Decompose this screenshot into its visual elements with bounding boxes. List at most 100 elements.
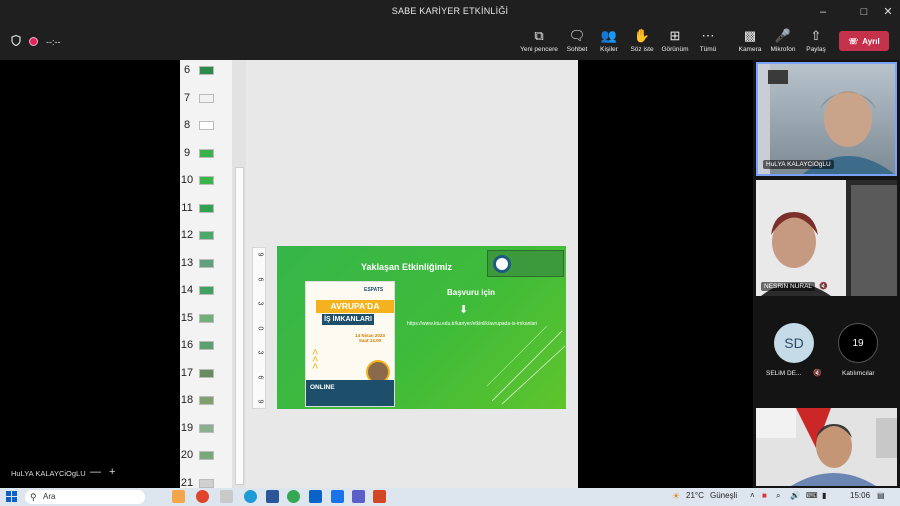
- scrollbar-thumb[interactable]: [235, 167, 244, 485]
- slide-thumbnail[interactable]: 9: [180, 145, 232, 172]
- logo-icon: [493, 255, 511, 273]
- slide-thumbnail[interactable]: 11: [180, 200, 232, 227]
- taskbar-search[interactable]: ⚲ Ara: [25, 490, 145, 504]
- slide-thumbnail[interactable]: 15: [180, 310, 232, 337]
- slide-thumbnail[interactable]: 20: [180, 447, 232, 474]
- ruler-tick: 3: [256, 301, 264, 306]
- participant-video: [761, 180, 897, 296]
- app-icon[interactable]: [196, 490, 209, 503]
- slide-preview: [199, 203, 214, 213]
- battery-icon[interactable]: ▮: [822, 491, 826, 500]
- share-icon: ⇧: [810, 28, 822, 43]
- notifications-icon[interactable]: ▤: [877, 491, 885, 500]
- windows-taskbar: ⚲ Ara ☀ 21°C Güneşli ˄ ■ ⌕ 🔊 ⌨ ▮ 15:06 ▤: [0, 488, 900, 506]
- tray-app-icon[interactable]: ■: [762, 491, 767, 500]
- slide-preview: [199, 258, 214, 268]
- participant-count[interactable]: 19: [838, 323, 878, 363]
- recording-icon: [29, 37, 38, 46]
- slide-thumbnail[interactable]: 14: [180, 282, 232, 309]
- slide-number: 13: [180, 256, 194, 269]
- slide-thumbnail[interactable]: 6: [180, 62, 232, 89]
- event-poster: ESPATS AVRUPA'DA İŞ İMKANLARI 14 Nisan 2…: [305, 281, 395, 407]
- slide-preview: [199, 341, 214, 350]
- slide-preview: [199, 93, 214, 103]
- wifi-icon[interactable]: ⌕: [776, 491, 780, 501]
- participants-panel: HuLYA KALAYCiOgLU NESRiN NURAL 🔇 SD SELi…: [753, 60, 900, 488]
- app-icon[interactable]: [331, 490, 344, 503]
- ruler-tick: 6: [256, 277, 264, 281]
- participant-name: SELiM DE...: [766, 370, 802, 377]
- slide-number: 7: [183, 91, 191, 104]
- ruler-tick: 9: [256, 252, 264, 257]
- poster-title-2: İŞ İMKANLARI: [322, 314, 374, 325]
- slide-preview: [199, 313, 214, 323]
- poster-date: 14 Nisan 2023 Saat:14.00: [355, 333, 385, 343]
- slide-thumbnail[interactable]: 17: [180, 365, 232, 392]
- chevron-up-icon: ˄ ˄ ˄: [312, 347, 319, 373]
- clock[interactable]: 15:06: [850, 491, 870, 500]
- powerpoint-icon[interactable]: [373, 490, 386, 503]
- slide-preview: [199, 286, 214, 295]
- volume-icon[interactable]: 🔊: [790, 491, 800, 500]
- language-icon[interactable]: ⌨: [806, 491, 818, 500]
- slide-thumbnail[interactable]: 10: [180, 172, 232, 199]
- slide-preview: [199, 148, 214, 158]
- share-button[interactable]: ⇧ Paylaş: [794, 28, 838, 53]
- more-button[interactable]: ⋯ Tümü: [686, 28, 730, 53]
- app-icon[interactable]: [220, 490, 233, 503]
- slide-thumbnail[interactable]: 13: [180, 255, 232, 282]
- mail-icon[interactable]: [309, 490, 322, 503]
- participant-tile[interactable]: HuLYA KALAYCiOgLU: [756, 62, 897, 176]
- decorative-lines: [487, 325, 566, 405]
- thumbnail-scrollbar[interactable]: [232, 60, 246, 488]
- weather-desc[interactable]: Güneşli: [710, 491, 737, 500]
- ruler-tick: 6: [256, 375, 264, 379]
- slide-number: 20: [180, 449, 194, 461]
- slide-thumbnail[interactable]: 18: [180, 392, 232, 419]
- slide-preview: [199, 231, 214, 240]
- app-icon[interactable]: [172, 490, 185, 503]
- poster-mode: ONLINE: [306, 380, 394, 406]
- slide-thumbnail[interactable]: 7: [180, 90, 232, 117]
- slide-number: 10: [180, 174, 194, 186]
- leave-button[interactable]: ☏ Ayrıl: [839, 31, 889, 51]
- title-bar: SABE KARİYER ETKİNLİĞİ – □ ✕: [0, 0, 900, 24]
- participants-label: Katılımcılar: [842, 370, 875, 377]
- word-icon[interactable]: [266, 490, 279, 503]
- search-icon: ⚲: [30, 492, 37, 502]
- slide-preview: [199, 66, 214, 75]
- slide-number: 21: [180, 476, 194, 489]
- participant-tile[interactable]: NESRiN NURAL 🔇: [756, 180, 897, 296]
- chrome-icon[interactable]: [287, 490, 300, 503]
- meeting-timer: --:--: [46, 36, 61, 47]
- participant-video: [756, 408, 897, 486]
- current-slide: Yaklaşan Etkinliğimiz ESPATS AVRUPA'DA İ…: [277, 246, 566, 409]
- slide-thumbnail[interactable]: 16: [180, 337, 232, 364]
- edge-icon[interactable]: [244, 490, 257, 503]
- slide-number: 11: [181, 201, 193, 214]
- weather-temp[interactable]: 21°C: [686, 491, 704, 500]
- participant-name: HuLYA KALAYCiOgLU: [763, 160, 834, 169]
- ruler-tick: 9: [256, 399, 264, 404]
- slide-heading: Yaklaşan Etkinliğimiz: [361, 262, 453, 272]
- zoom-out-button[interactable]: —: [90, 466, 101, 478]
- close-button[interactable]: ✕: [877, 3, 899, 21]
- teams-icon[interactable]: [352, 490, 365, 503]
- participant-tile[interactable]: [756, 408, 897, 486]
- mic-muted-icon: 🔇: [813, 370, 822, 377]
- slide-preview: [199, 478, 214, 488]
- zoom-in-button[interactable]: +: [109, 466, 115, 478]
- participant-avatar[interactable]: SD: [774, 323, 814, 363]
- slide-number: 14: [180, 284, 194, 296]
- minimize-button[interactable]: –: [812, 3, 834, 21]
- slide-thumbnail[interactable]: 19: [180, 420, 232, 447]
- windows-start-button[interactable]: [6, 491, 17, 502]
- apply-text: Başvuru için: [447, 288, 496, 297]
- slide-number: 17: [180, 366, 194, 379]
- slide-preview: [199, 121, 214, 130]
- chevron-up-icon[interactable]: ˄: [750, 491, 755, 500]
- maximize-button[interactable]: □: [853, 3, 875, 21]
- slide-number: 9: [183, 146, 191, 159]
- slide-thumbnail[interactable]: 8: [180, 117, 232, 144]
- slide-thumbnail[interactable]: 12: [180, 227, 232, 254]
